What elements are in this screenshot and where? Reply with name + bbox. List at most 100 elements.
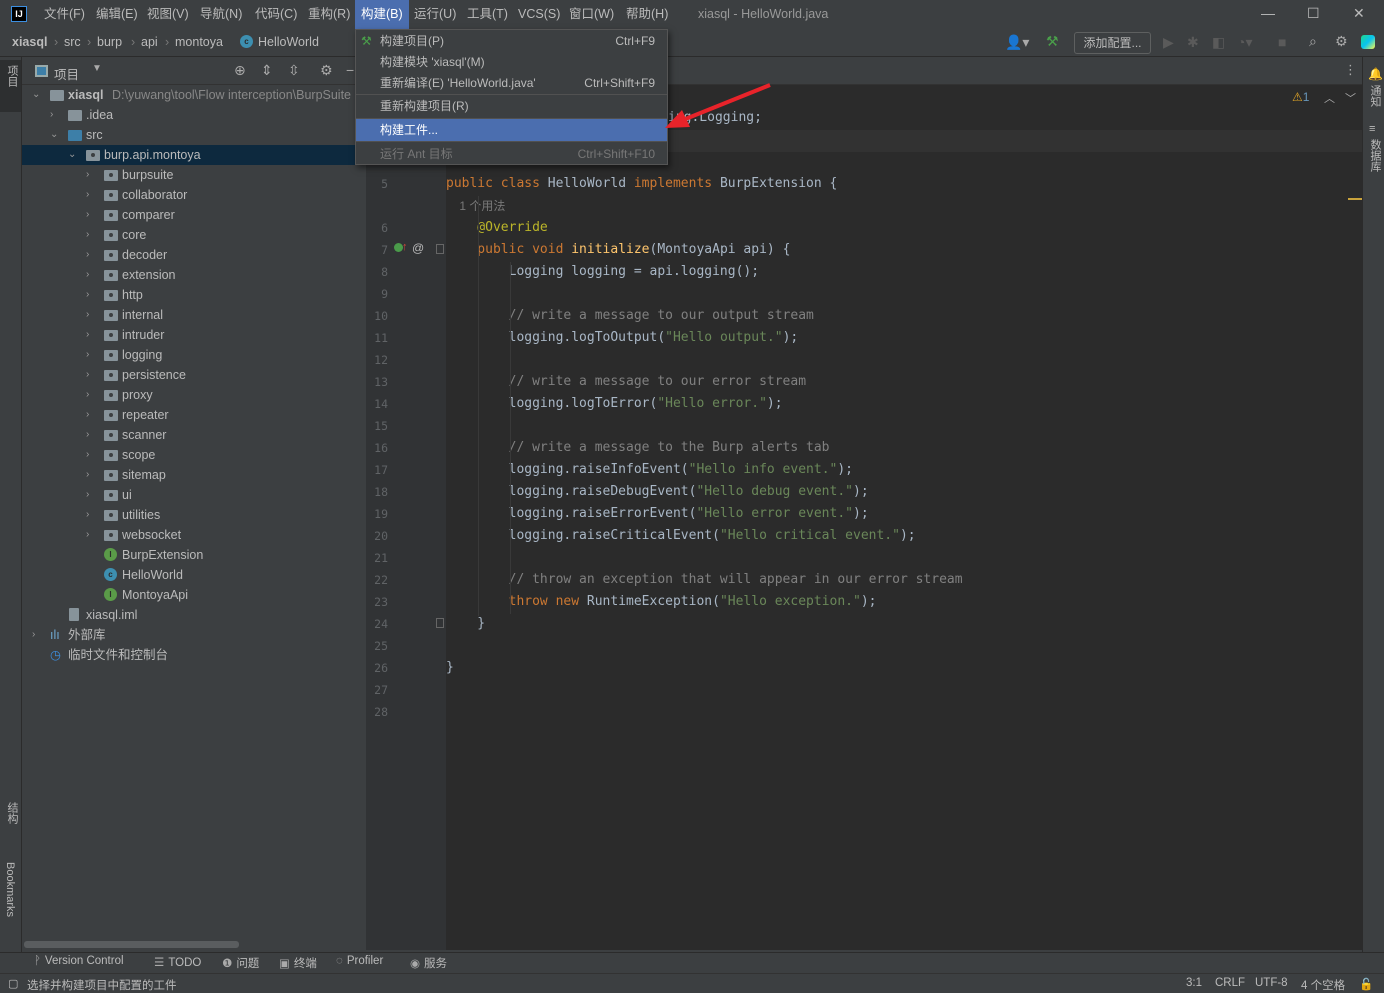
usage-hint-text[interactable]: 1 个用法 xyxy=(459,199,505,213)
override-arrow-icon[interactable]: ↑ xyxy=(402,241,408,253)
bottom-tool-2[interactable]: ❶ 问题 xyxy=(222,955,259,971)
chevron-icon[interactable]: › xyxy=(32,625,35,645)
menu-5[interactable]: 重构(R) xyxy=(302,0,356,29)
notifications-tool-tab[interactable]: 通知 xyxy=(1367,85,1383,107)
chevron-icon[interactable]: › xyxy=(86,405,89,425)
maximize-button[interactable]: ☐ xyxy=(1307,5,1320,22)
tree-item[interactable]: c HelloWorld xyxy=(22,565,366,585)
build-menu-item[interactable]: ⚒ 构建项目(P) Ctrl+F9 xyxy=(356,30,667,52)
tree-item[interactable]: ⌄ src xyxy=(22,125,366,145)
menu-3[interactable]: 导航(N) xyxy=(194,0,248,29)
tree-item[interactable]: I MontoyaApi xyxy=(22,585,366,605)
hide-icon[interactable]: − xyxy=(346,62,354,78)
build-menu-item[interactable]: 重新构建项目(R) xyxy=(356,95,667,117)
tree-item[interactable]: › intruder xyxy=(22,325,366,345)
chevron-icon[interactable]: › xyxy=(86,305,89,325)
run-icon[interactable]: ▶ xyxy=(1163,34,1174,51)
menu-2[interactable]: 视图(V) xyxy=(141,0,195,29)
chevron-icon[interactable]: › xyxy=(86,445,89,465)
chevron-icon[interactable]: › xyxy=(86,485,89,505)
chevron-icon[interactable]: › xyxy=(86,285,89,305)
menu-9[interactable]: VCS(S) xyxy=(512,0,566,29)
warning-icon[interactable]: ⚠1 xyxy=(1292,90,1309,104)
tree-item[interactable]: › decoder xyxy=(22,245,366,265)
chevron-icon[interactable]: › xyxy=(86,385,89,405)
settings-icon[interactable]: ⚙ xyxy=(320,62,333,79)
chevron-icon[interactable]: › xyxy=(86,525,89,545)
tree-item[interactable]: › burpsuite xyxy=(22,165,366,185)
tree-item[interactable]: › repeater xyxy=(22,405,366,425)
bottom-tool-3[interactable]: ▣ 终端 xyxy=(279,955,317,971)
breadcrumb-item[interactable]: xiasql xyxy=(12,35,47,49)
tree-item[interactable]: › core xyxy=(22,225,366,245)
tree-item[interactable]: I BurpExtension xyxy=(22,545,366,565)
tree-item[interactable]: › http xyxy=(22,285,366,305)
stop-icon[interactable]: ■ xyxy=(1278,34,1286,50)
build-menu-item[interactable]: 重新编译(E) 'HelloWorld.java' Ctrl+Shift+F9 xyxy=(356,72,667,94)
tree-item[interactable]: › persistence xyxy=(22,365,366,385)
tree-item[interactable]: xiasql.iml xyxy=(22,605,366,625)
fold-marker-icon[interactable] xyxy=(436,244,444,254)
chevron-icon[interactable]: › xyxy=(86,425,89,445)
chevron-icon[interactable]: › xyxy=(86,245,89,265)
tree-item[interactable]: › ui xyxy=(22,485,366,505)
menu-8[interactable]: 工具(T) xyxy=(461,0,514,29)
add-configuration-button[interactable]: 添加配置... xyxy=(1074,32,1151,54)
caret-position[interactable]: 3:1 xyxy=(1186,977,1202,989)
chevron-icon[interactable]: › xyxy=(86,185,89,205)
gear-icon[interactable]: ⚙ xyxy=(1335,33,1348,50)
tree-item[interactable]: › scope xyxy=(22,445,366,465)
toolbox-icon[interactable] xyxy=(1361,35,1375,49)
menu-4[interactable]: 代码(C) xyxy=(249,0,303,29)
line-separator[interactable]: CRLF xyxy=(1215,977,1245,989)
search-icon[interactable]: ⌕ xyxy=(1309,33,1317,50)
database-tool-tab[interactable]: 数据库 xyxy=(1367,139,1383,172)
chevron-icon[interactable]: › xyxy=(86,325,89,345)
tree-item[interactable]: › proxy xyxy=(22,385,366,405)
menu-0[interactable]: 文件(F) xyxy=(38,0,91,29)
tree-item[interactable]: › ılı 外部库 xyxy=(22,625,366,645)
tree-item[interactable]: › websocket xyxy=(22,525,366,545)
usage-hint[interactable]: 1 个用法 xyxy=(446,199,505,213)
tree-item[interactable]: ⌄ xiasql D:\yuwang\tool\Flow interception\… xyxy=(22,85,366,105)
more-options-icon[interactable]: ⋮ xyxy=(1344,62,1357,78)
tree-item[interactable]: › comparer xyxy=(22,205,366,225)
tree-item[interactable]: › scanner xyxy=(22,425,366,445)
profile-icon[interactable]: ◔▾ xyxy=(1237,34,1252,51)
chevron-icon[interactable]: ⌄ xyxy=(50,125,58,145)
expand-all-icon[interactable]: ⇕ xyxy=(261,62,273,79)
tree-item[interactable]: › logging xyxy=(22,345,366,365)
previous-highlight-icon[interactable]: ︿ xyxy=(1324,90,1335,106)
menu-11[interactable]: 帮助(H) xyxy=(620,0,674,29)
menu-6[interactable]: 构建(B) xyxy=(355,0,409,29)
build-menu-item[interactable]: 构建工件... xyxy=(356,119,667,141)
locate-icon[interactable]: ⊕ xyxy=(234,62,246,79)
chevron-icon[interactable]: ⌄ xyxy=(68,145,76,165)
chevron-icon[interactable]: › xyxy=(86,205,89,225)
build-menu-item[interactable]: 构建模块 'xiasql'(M) xyxy=(356,51,667,73)
minimize-button[interactable]: — xyxy=(1261,5,1275,21)
structure-tool-tab[interactable]: 结构 xyxy=(4,802,20,824)
build-hammer-icon[interactable]: ⚒ xyxy=(1046,33,1059,50)
menu-10[interactable]: 窗口(W) xyxy=(563,0,620,29)
chevron-icon[interactable]: › xyxy=(86,505,89,525)
tree-item[interactable]: › extension xyxy=(22,265,366,285)
lock-icon[interactable]: 🔓 xyxy=(1359,977,1373,991)
chevron-down-icon[interactable]: ▼ xyxy=(92,63,102,74)
breadcrumb-item[interactable]: montoya xyxy=(175,35,223,49)
annotation-gutter-icon[interactable]: @ xyxy=(412,241,424,255)
tree-item[interactable]: › .idea xyxy=(22,105,366,125)
status-panel-icon[interactable]: ▢ xyxy=(8,977,18,990)
chevron-icon[interactable]: › xyxy=(86,465,89,485)
breadcrumb-item[interactable]: src xyxy=(64,35,81,49)
menu-7[interactable]: 运行(U) xyxy=(408,0,462,29)
next-highlight-icon[interactable]: ﹀ xyxy=(1345,90,1356,106)
breadcrumb-item[interactable]: burp xyxy=(97,35,122,49)
debug-icon[interactable]: ✱ xyxy=(1187,34,1199,51)
chevron-icon[interactable]: › xyxy=(86,345,89,365)
collapse-all-icon[interactable]: ⇳ xyxy=(288,62,300,79)
chevron-icon[interactable]: › xyxy=(86,225,89,245)
bottom-tool-0[interactable]: ᚹ Version Control xyxy=(34,955,124,967)
fold-marker-icon[interactable] xyxy=(436,618,444,628)
bottom-tool-1[interactable]: ☰ TODO xyxy=(154,955,201,969)
